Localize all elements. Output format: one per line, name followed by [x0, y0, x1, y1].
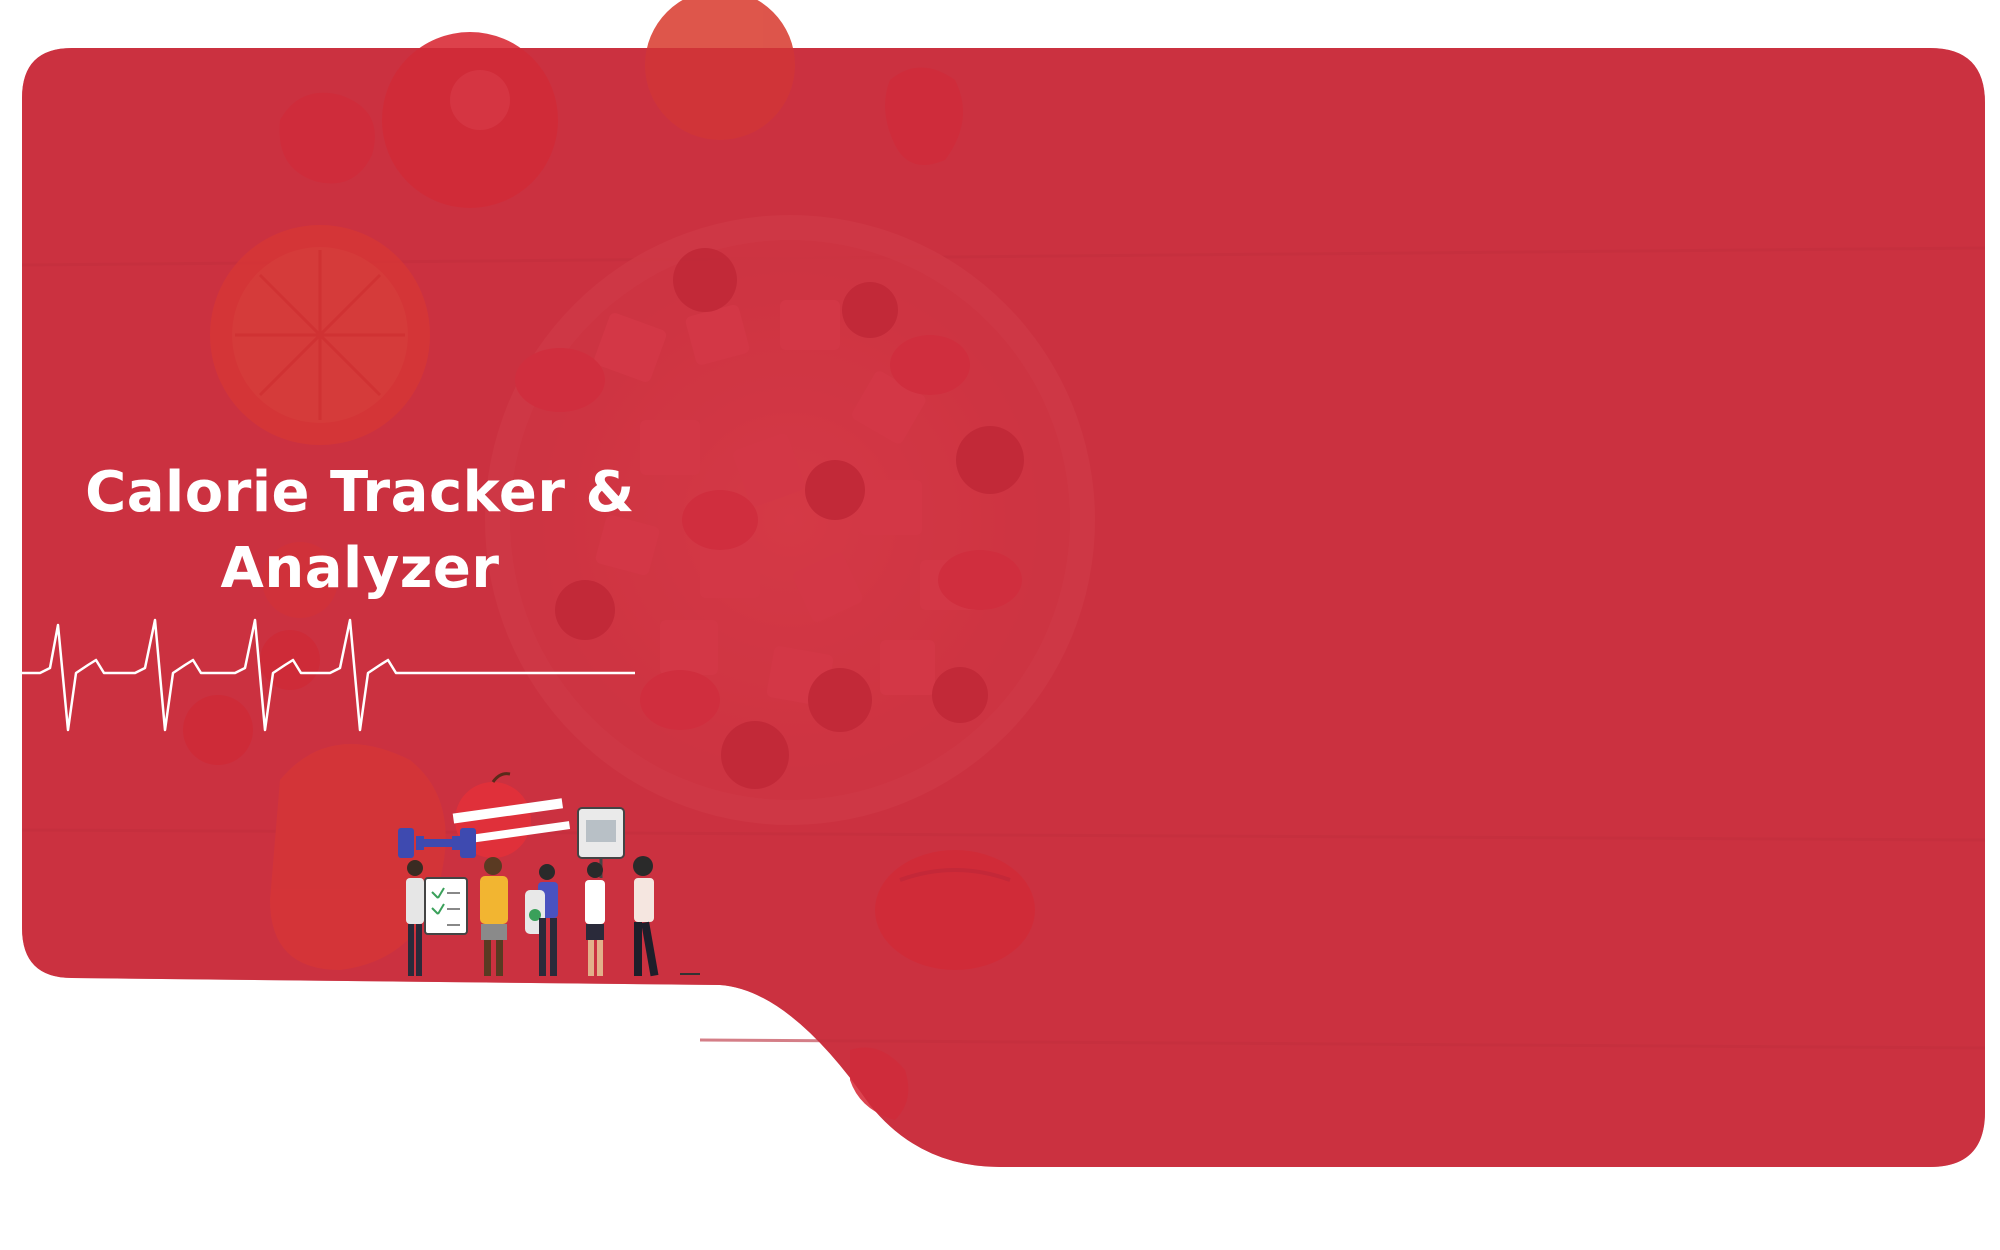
page-title: Calorie Tracker & Analyzer	[40, 455, 680, 607]
title-line-1: Calorie Tracker &	[85, 460, 635, 525]
clipboard-icon	[424, 877, 468, 935]
title-line-2: Analyzer	[220, 536, 500, 601]
hero-banner: Calorie Tracker & Analyzer	[0, 0, 2000, 1250]
red-overlay	[22, 48, 1985, 1167]
hero-background	[21, 0, 1986, 1167]
